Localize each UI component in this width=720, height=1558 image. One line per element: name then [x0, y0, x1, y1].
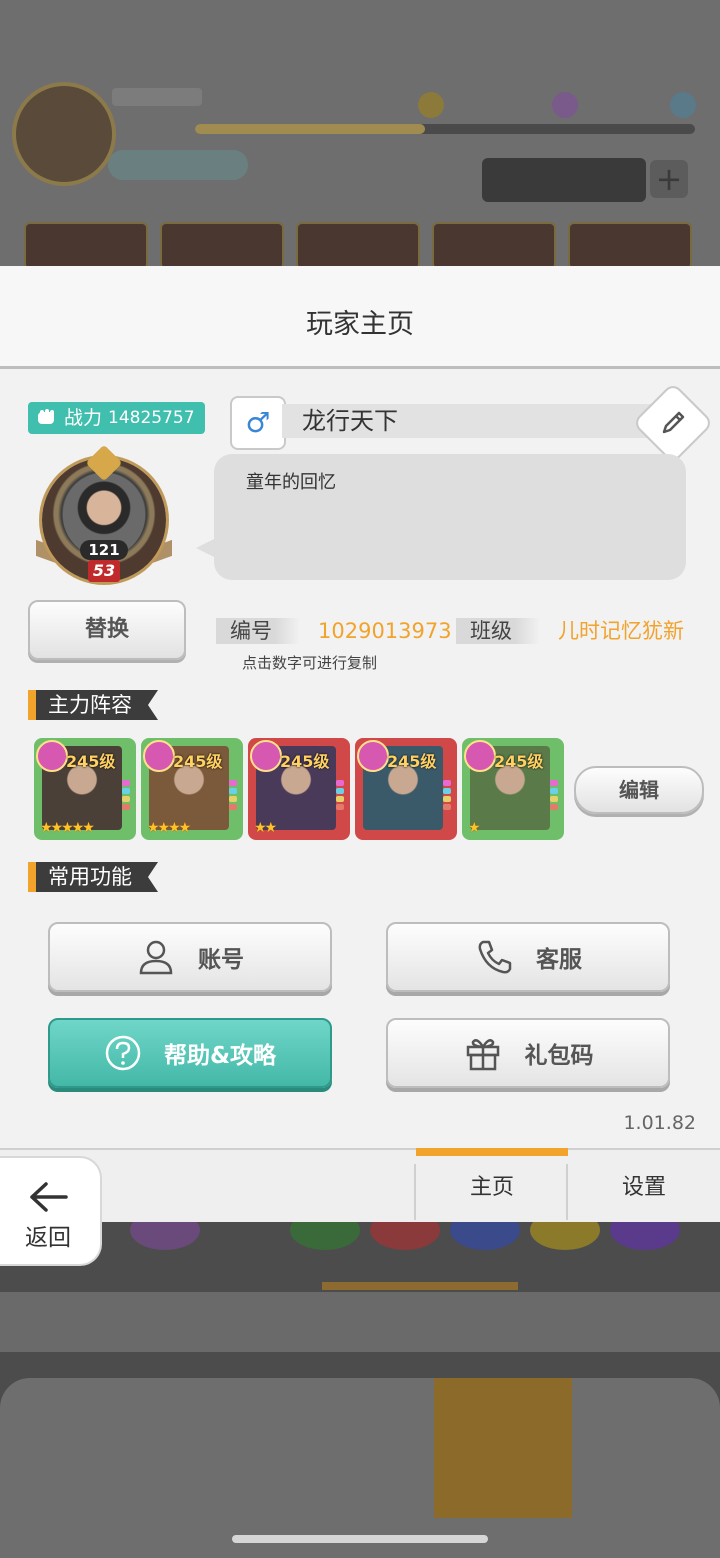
hero-card[interactable]: 245级 ★	[462, 738, 564, 840]
hero-stars: ★★	[254, 820, 277, 836]
hero-card[interactable]: 245级 ★★★★★	[34, 738, 136, 840]
arrow-left-icon	[30, 1182, 68, 1212]
help-guide-button[interactable]: 帮助&攻略	[48, 1018, 332, 1088]
tab-home[interactable]: 主页	[416, 1148, 568, 1222]
hero-level: 245级	[173, 752, 223, 771]
gift-code-button[interactable]: 礼包码	[386, 1018, 670, 1088]
edit-lineup-button[interactable]: 编辑	[574, 766, 704, 814]
player-profile-dialog: 玩家主页 战力 14825757 121 53 替换 ♂ 龙行天下 童年的回忆 …	[0, 266, 720, 1222]
avatar-level-small: 121	[80, 540, 128, 560]
hero-equipment-pips	[550, 780, 558, 812]
gift-icon	[466, 1039, 499, 1071]
hero-card[interactable]: 245级 ★★	[248, 738, 350, 840]
background-tabs	[0, 1292, 720, 1352]
background-slot	[432, 222, 556, 270]
home-indicator	[232, 1535, 488, 1543]
hero-card[interactable]: 245级	[355, 738, 457, 840]
question-icon	[105, 1035, 141, 1071]
customer-service-button[interactable]: 客服	[386, 922, 670, 992]
background-dock-selected	[434, 1378, 572, 1518]
account-label: 账号	[198, 947, 244, 973]
signature-text: 童年的回忆	[246, 472, 336, 493]
back-label: 返回	[25, 1225, 71, 1251]
background-gold-panel	[482, 158, 646, 202]
profile-tabbar: 主页 设置	[0, 1148, 720, 1222]
dialog-header: 玩家主页	[0, 266, 720, 369]
gift-code-label: 礼包码	[524, 1043, 594, 1069]
hero-equipment-pips	[122, 780, 130, 812]
hero-level: 245级	[66, 752, 116, 771]
hero-rank-icon	[36, 740, 68, 772]
hero-equipment-pips	[443, 780, 451, 812]
player-avatar[interactable]: 121 53	[36, 444, 172, 586]
background-name	[112, 88, 202, 106]
background-slot	[568, 222, 692, 270]
help-guide-label: 帮助&攻略	[163, 1043, 277, 1069]
functions-section-title: 常用功能	[28, 862, 158, 892]
background-top-panel: +	[0, 0, 720, 270]
hero-stars: ★	[468, 820, 480, 836]
class-value[interactable]: 儿时记忆犹新	[558, 618, 684, 644]
phone-icon	[478, 940, 512, 974]
tab-settings[interactable]: 设置	[568, 1150, 720, 1222]
hero-card[interactable]: 245级 ★★★★	[141, 738, 243, 840]
background-dock	[0, 1378, 720, 1558]
background-tab-indicator	[322, 1282, 518, 1290]
background-exp-bar	[195, 124, 695, 134]
hero-rank-icon	[464, 740, 496, 772]
account-button[interactable]: 账号	[48, 922, 332, 992]
fist-icon	[38, 409, 54, 424]
id-label: 编号	[216, 618, 300, 644]
hero-rank-icon	[357, 740, 389, 772]
version-text: 1.01.82	[623, 1112, 696, 1134]
hero-stars: ★★★★★	[40, 820, 95, 836]
back-button[interactable]: 返回	[0, 1156, 102, 1266]
id-value[interactable]: 1029013973	[318, 618, 452, 644]
background-slot	[160, 222, 284, 270]
dialog-title: 玩家主页	[306, 309, 414, 340]
avatar-level-big: 53	[88, 560, 120, 582]
power-label: 战力	[64, 407, 103, 429]
pencil-icon	[662, 411, 685, 434]
background-add-icon: +	[650, 160, 688, 198]
hero-equipment-pips	[229, 780, 237, 812]
background-slot	[296, 222, 420, 270]
male-gender-icon: ♂	[230, 396, 286, 450]
background-plus-icon	[670, 92, 696, 118]
class-label: 班级	[456, 618, 540, 644]
hero-level: 245级	[280, 752, 330, 771]
background-avatar	[12, 82, 116, 186]
background-pill	[108, 150, 248, 180]
hero-rank-icon	[250, 740, 282, 772]
background-gem-icon	[552, 92, 578, 118]
hero-rank-icon	[143, 740, 175, 772]
hero-level: 245级	[494, 752, 544, 771]
power-badge: 战力 14825757	[28, 402, 205, 434]
hero-stars: ★★★★	[147, 820, 191, 836]
hero-level: 245级	[387, 752, 437, 771]
customer-service-label: 客服	[536, 947, 582, 973]
lineup-section-title: 主力阵容	[28, 690, 158, 720]
replace-avatar-button[interactable]: 替换	[28, 600, 186, 660]
power-value: 14825757	[108, 408, 195, 428]
background-slot	[24, 222, 148, 270]
copy-hint: 点击数字可进行复制	[242, 654, 378, 672]
user-icon	[139, 940, 173, 975]
edit-name-button[interactable]	[631, 381, 715, 465]
hero-equipment-pips	[336, 780, 344, 812]
background-coin-icon	[418, 92, 444, 118]
player-name: 龙行天下	[282, 404, 670, 438]
